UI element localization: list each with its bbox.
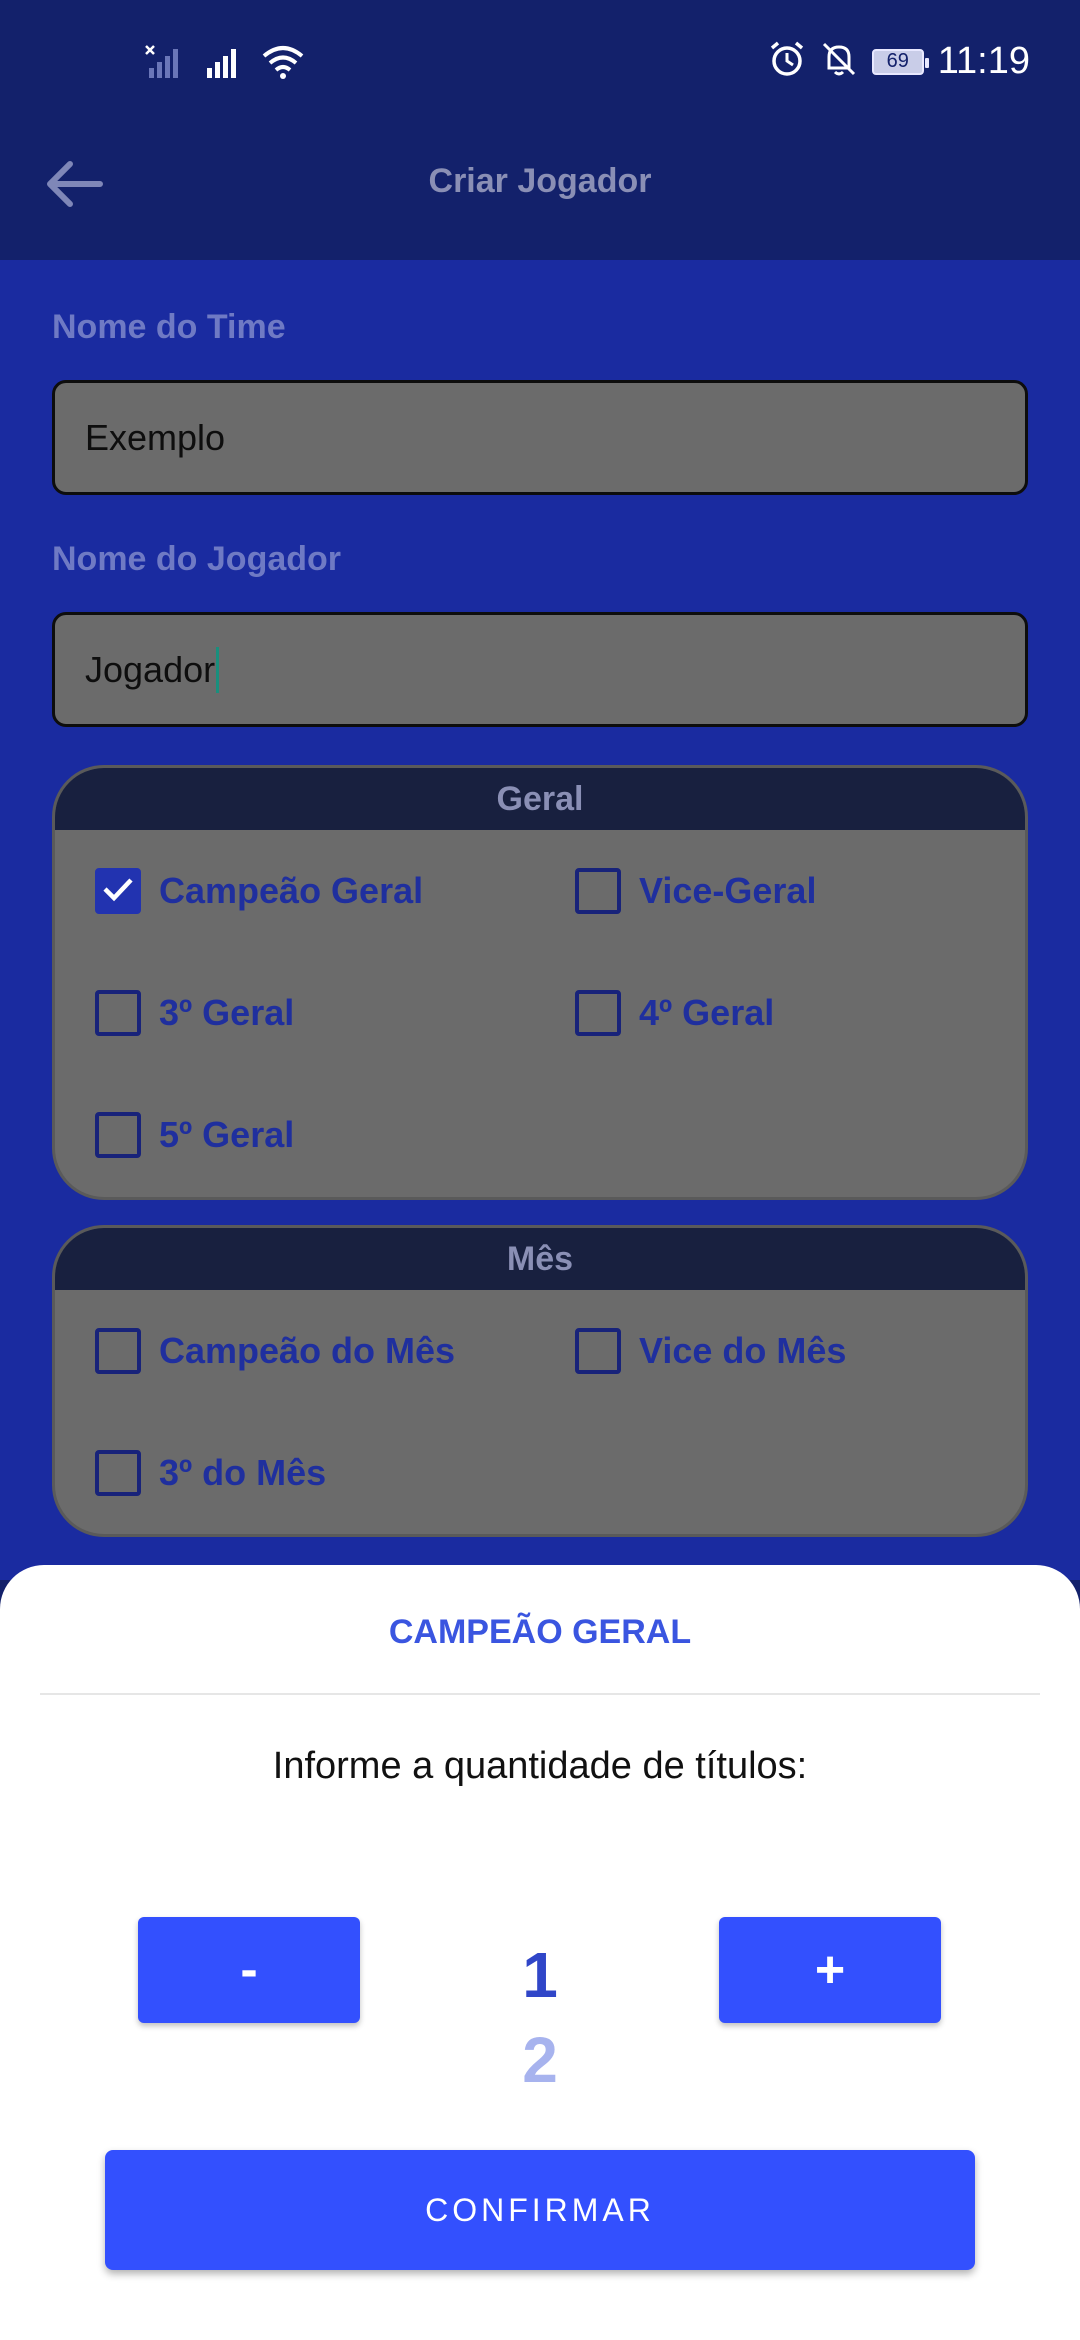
quantity-picker[interactable]: 1 2 (440, 1935, 640, 2105)
option-label: 5º Geral (159, 1114, 295, 1155)
status-bar: 69 11:19 (0, 0, 1080, 130)
decrement-button[interactable]: - (138, 1917, 360, 2023)
checkbox[interactable] (575, 990, 621, 1036)
player-name-label: Nome do Jogador (52, 540, 342, 578)
team-name-field[interactable]: Exemplo (52, 380, 1028, 495)
page-title: Criar Jogador (428, 162, 652, 200)
team-name-value: Exemplo (85, 416, 226, 458)
form-content: Nome do Time Exemplo Nome do Jogador Jog… (0, 260, 1080, 1580)
picker-next-value: 2 (522, 2024, 558, 2096)
status-bar-right: 69 11:19 (768, 40, 1030, 83)
option-campeao-geral[interactable]: Campeão Geral (95, 868, 423, 914)
option-label: 3º Geral (159, 992, 295, 1033)
option-label: 3º do Mês (159, 1452, 327, 1493)
player-name-value: Jogador (85, 648, 216, 690)
option-vice-geral[interactable]: Vice-Geral (575, 868, 816, 914)
bottom-sheet: CAMPEÃO GERAL Informe a quantidade de tí… (0, 1565, 1080, 2340)
option-3-do-mes[interactable]: 3º do Mês (95, 1450, 326, 1496)
check-icon (100, 871, 136, 912)
text-cursor (216, 646, 220, 693)
signal-icon (203, 44, 243, 85)
section-mes-title: Mês (55, 1228, 1025, 1290)
option-label: 4º Geral (639, 992, 775, 1033)
status-bar-left (145, 44, 305, 85)
option-label: Campeão Geral (159, 870, 424, 911)
alarm-icon (768, 40, 806, 83)
checkbox[interactable] (575, 1328, 621, 1374)
sheet-title: CAMPEÃO GERAL (388, 1613, 692, 1651)
wifi-icon (261, 44, 305, 85)
option-5-geral[interactable]: 5º Geral (95, 1112, 294, 1158)
option-vice-do-mes[interactable]: Vice do Mês (575, 1328, 846, 1374)
option-4-geral[interactable]: 4º Geral (575, 990, 774, 1036)
option-campeao-do-mes[interactable]: Campeão do Mês (95, 1328, 455, 1374)
team-name-label: Nome do Time (52, 308, 286, 346)
confirm-button[interactable]: CONFIRMAR (105, 2150, 975, 2270)
section-geral-title: Geral (55, 768, 1025, 830)
player-name-field[interactable]: Jogador (52, 612, 1028, 727)
checkbox[interactable] (95, 1328, 141, 1374)
checkbox[interactable] (95, 1450, 141, 1496)
checkbox[interactable] (95, 1112, 141, 1158)
section-mes: Mês Campeão do Mês Vice do Mês 3º do Mês (52, 1225, 1028, 1537)
option-label: Vice do Mês (639, 1330, 847, 1371)
divider (40, 1693, 1040, 1695)
section-geral: Geral Campeão Geral Vice-Geral 3º Geral … (52, 765, 1028, 1200)
checkbox[interactable] (95, 990, 141, 1036)
mute-bell-icon (820, 40, 858, 83)
sheet-prompt: Informe a quantidade de títulos: (272, 1745, 808, 1787)
battery-icon: 69 (871, 48, 929, 75)
app-bar: Criar Jogador (0, 130, 1080, 260)
option-3-geral[interactable]: 3º Geral (95, 990, 294, 1036)
increment-button[interactable]: + (719, 1917, 941, 2023)
battery-level: 69 (886, 50, 909, 72)
option-label: Campeão do Mês (159, 1330, 456, 1371)
checkbox[interactable] (575, 868, 621, 914)
no-sim-signal-icon (145, 44, 185, 85)
option-label: Vice-Geral (639, 870, 817, 911)
picker-current-value: 1 (522, 1939, 558, 2011)
status-time: 11:19 (937, 40, 1030, 82)
checkbox-checked[interactable] (95, 868, 141, 914)
